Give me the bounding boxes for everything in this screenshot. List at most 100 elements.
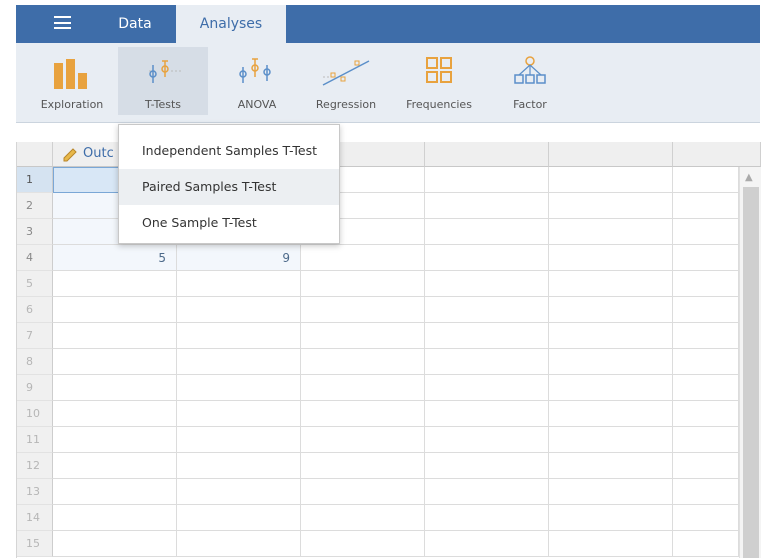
grid-cell[interactable]: 5: [53, 245, 177, 271]
grid-cell[interactable]: [549, 271, 673, 297]
grid-cell[interactable]: [53, 453, 177, 479]
grid-cell[interactable]: [53, 479, 177, 505]
grid-cell[interactable]: [425, 479, 549, 505]
column-header-4[interactable]: [425, 142, 549, 167]
grid-cell[interactable]: [673, 531, 739, 557]
row-number[interactable]: 10: [17, 401, 53, 427]
grid-cell[interactable]: [425, 271, 549, 297]
grid-cell[interactable]: [673, 193, 739, 219]
grid-cell[interactable]: [549, 479, 673, 505]
row-number[interactable]: 6: [17, 297, 53, 323]
grid-cell[interactable]: [177, 427, 301, 453]
vertical-scrollbar[interactable]: ▲: [739, 167, 761, 558]
row-number[interactable]: 11: [17, 427, 53, 453]
ribbon-t-tests-button[interactable]: T-Tests: [118, 47, 208, 115]
grid-cell[interactable]: [177, 505, 301, 531]
grid-cell[interactable]: [425, 505, 549, 531]
grid-cell[interactable]: [53, 427, 177, 453]
grid-cell[interactable]: [425, 401, 549, 427]
grid-cell[interactable]: [425, 349, 549, 375]
grid-cell[interactable]: [301, 531, 425, 557]
menu-item-one-sample[interactable]: One Sample T-Test: [119, 205, 339, 241]
grid-cell[interactable]: [673, 505, 739, 531]
grid-cell[interactable]: [301, 297, 425, 323]
grid-cell[interactable]: [177, 375, 301, 401]
grid-cell[interactable]: [177, 479, 301, 505]
grid-cell[interactable]: [301, 375, 425, 401]
row-number[interactable]: 7: [17, 323, 53, 349]
ribbon-anova-button[interactable]: ANOVA: [220, 47, 294, 115]
grid-cell[interactable]: [673, 219, 739, 245]
grid-cell[interactable]: [549, 375, 673, 401]
grid-cell[interactable]: [425, 193, 549, 219]
grid-cell[interactable]: [549, 401, 673, 427]
grid-cell[interactable]: [425, 245, 549, 271]
grid-cell[interactable]: [673, 427, 739, 453]
grid-cell[interactable]: [177, 453, 301, 479]
grid-cell[interactable]: [673, 297, 739, 323]
grid-cell[interactable]: [425, 427, 549, 453]
grid-cell[interactable]: [177, 401, 301, 427]
row-number[interactable]: 8: [17, 349, 53, 375]
grid-cell[interactable]: [301, 479, 425, 505]
grid-cell[interactable]: [301, 505, 425, 531]
row-number[interactable]: 15: [17, 531, 53, 557]
tab-data[interactable]: Data: [100, 5, 170, 43]
grid-cell[interactable]: [301, 245, 425, 271]
grid-cell[interactable]: [549, 167, 673, 193]
tab-analyses[interactable]: Analyses: [176, 5, 286, 43]
grid-cell[interactable]: [673, 479, 739, 505]
grid-cell[interactable]: [673, 245, 739, 271]
grid-cell[interactable]: [425, 375, 549, 401]
grid-cell[interactable]: [549, 349, 673, 375]
grid-cell[interactable]: [53, 271, 177, 297]
grid-cell[interactable]: [53, 297, 177, 323]
ribbon-factor-button[interactable]: Factor: [498, 47, 562, 115]
column-header-6[interactable]: [673, 142, 761, 167]
grid-cell[interactable]: [673, 375, 739, 401]
row-number[interactable]: 4: [17, 245, 53, 271]
grid-cell[interactable]: [425, 323, 549, 349]
grid-cell[interactable]: [549, 531, 673, 557]
grid-cell[interactable]: [425, 297, 549, 323]
grid-cell[interactable]: [673, 323, 739, 349]
scroll-thumb[interactable]: [743, 187, 759, 558]
column-header-5[interactable]: [549, 142, 673, 167]
grid-cell[interactable]: [425, 167, 549, 193]
row-number[interactable]: 9: [17, 375, 53, 401]
grid-cell[interactable]: [549, 453, 673, 479]
grid-cell[interactable]: [177, 531, 301, 557]
row-number[interactable]: 1: [17, 167, 53, 193]
grid-cell[interactable]: [53, 323, 177, 349]
ribbon-exploration-button[interactable]: Exploration: [34, 47, 110, 115]
grid-cell[interactable]: [673, 349, 739, 375]
row-number[interactable]: 12: [17, 453, 53, 479]
grid-cell[interactable]: [301, 453, 425, 479]
grid-cell[interactable]: [53, 401, 177, 427]
grid-cell[interactable]: [673, 271, 739, 297]
grid-cell[interactable]: [53, 505, 177, 531]
grid-cell[interactable]: [53, 349, 177, 375]
grid-cell[interactable]: [549, 245, 673, 271]
ribbon-frequencies-button[interactable]: Frequencies: [400, 47, 478, 115]
row-number[interactable]: 3: [17, 219, 53, 245]
menu-item-paired-samples[interactable]: Paired Samples T-Test: [119, 169, 339, 205]
grid-cell[interactable]: [177, 271, 301, 297]
grid-cell[interactable]: [177, 323, 301, 349]
grid-cell[interactable]: [549, 505, 673, 531]
ribbon-regression-button[interactable]: Regression: [306, 47, 386, 115]
grid-cell[interactable]: [673, 167, 739, 193]
grid-cell[interactable]: [673, 401, 739, 427]
grid-cell[interactable]: [673, 453, 739, 479]
grid-cell[interactable]: [301, 401, 425, 427]
menu-item-independent-samples[interactable]: Independent Samples T-Test: [119, 133, 339, 169]
grid-cell[interactable]: [549, 323, 673, 349]
hamburger-menu-icon[interactable]: [54, 16, 71, 29]
grid-cell[interactable]: [549, 427, 673, 453]
row-number[interactable]: 5: [17, 271, 53, 297]
grid-cell[interactable]: [549, 219, 673, 245]
grid-cell[interactable]: [425, 531, 549, 557]
grid-cell[interactable]: [301, 271, 425, 297]
grid-cell[interactable]: [53, 531, 177, 557]
grid-cell[interactable]: [177, 349, 301, 375]
